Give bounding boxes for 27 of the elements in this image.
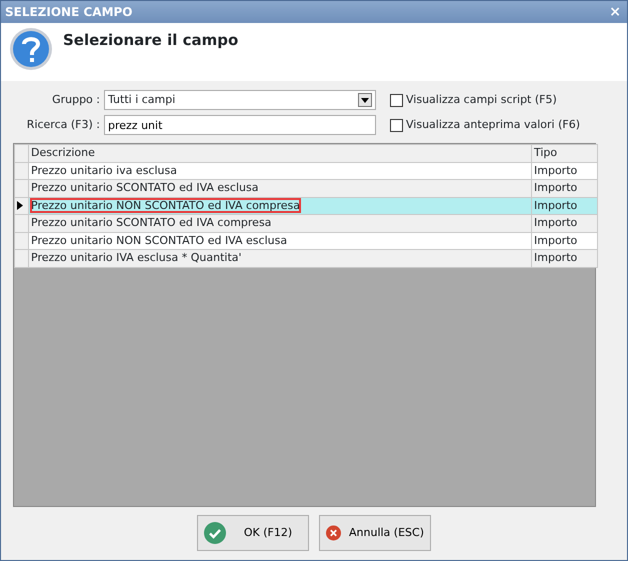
dropdown-arrow-icon bbox=[361, 98, 369, 102]
checkbox-option[interactable]: Visualizza anteprima valori (F6) bbox=[388, 116, 615, 134]
checkmark-icon bbox=[204, 522, 226, 544]
table-cell[interactable]: Importo bbox=[532, 180, 598, 197]
cancel-button[interactable]: Annulla (ESC) bbox=[319, 515, 431, 551]
row-pointer-icon bbox=[17, 200, 23, 210]
column-header: Tipo bbox=[532, 144, 598, 162]
ok-button[interactable]: OK (F12) bbox=[197, 515, 309, 551]
dialog-heading: Selezionare il campo bbox=[63, 31, 238, 49]
checkbox-option[interactable]: Visualizza campi script (F5) bbox=[388, 92, 615, 108]
column-header: Descrizione bbox=[28, 144, 532, 162]
table-cell[interactable]: Prezzo unitario SCONTATO ed IVA compresa bbox=[28, 214, 532, 232]
table-cell[interactable]: Importo bbox=[532, 197, 598, 214]
table-cell[interactable]: Prezzo unitario IVA esclusa * Quantita' bbox=[28, 250, 532, 267]
table-cell[interactable]: Importo bbox=[532, 232, 598, 250]
window-title: SELEZIONE CAMPO bbox=[5, 4, 132, 21]
field-label: Ricerca (F3) : bbox=[26, 116, 101, 133]
table-cell[interactable]: Prezzo unitario SCONTATO ed IVA esclusa bbox=[28, 180, 532, 197]
group-dropdown[interactable]: Tutti i campi bbox=[104, 90, 376, 110]
table-cell[interactable]: Prezzo unitario iva esclusa bbox=[28, 162, 532, 180]
table-cell[interactable]: Importo bbox=[532, 214, 598, 232]
table-cell[interactable]: Importo bbox=[532, 250, 598, 267]
table-cell[interactable]: Importo bbox=[532, 162, 598, 180]
field-label: Gruppo : bbox=[51, 92, 101, 108]
search-field[interactable]: prezz unit bbox=[104, 115, 376, 135]
table-cell[interactable]: Prezzo unitario NON SCONTATO ed IVA esclusa bbox=[28, 232, 532, 250]
help-icon bbox=[9, 27, 53, 71]
